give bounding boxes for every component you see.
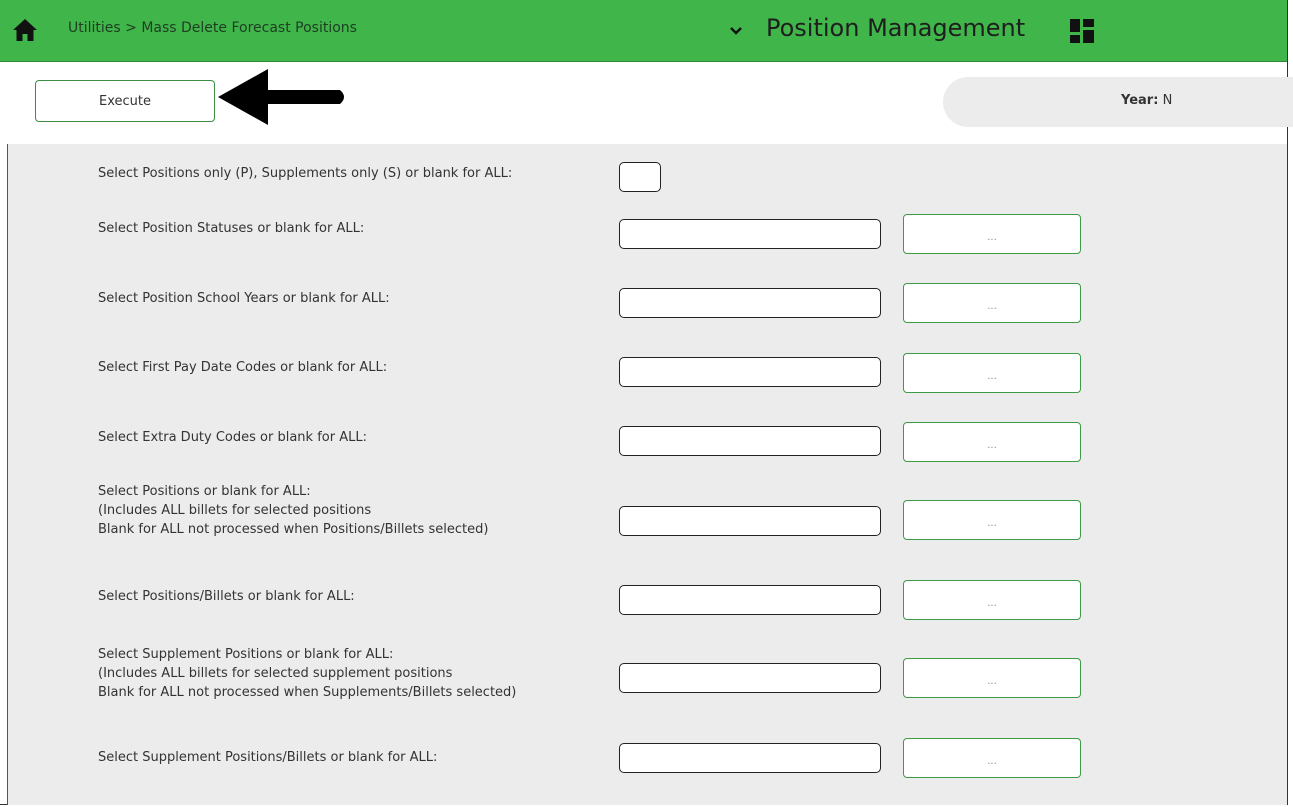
- positions-input[interactable]: [619, 506, 881, 536]
- supplement-positions-input[interactable]: [619, 663, 881, 693]
- action-bar: Execute Year: N: [0, 62, 1293, 144]
- field-label: Select First Pay Date Codes or blank for…: [98, 360, 388, 375]
- supplement-billets-input[interactable]: [619, 743, 881, 773]
- school-years-input[interactable]: [619, 288, 881, 318]
- year-display: Year: N: [943, 77, 1293, 127]
- field-label: Select Positions/Billets or blank for AL…: [98, 589, 355, 604]
- positions-billets-input[interactable]: [619, 585, 881, 615]
- positions-billets-lookup-button[interactable]: ...: [903, 580, 1081, 620]
- extra-duty-codes-input[interactable]: [619, 426, 881, 456]
- school-years-lookup-button[interactable]: ...: [903, 283, 1081, 323]
- breadcrumb: Utilities > Mass Delete Forecast Positio…: [68, 20, 357, 36]
- first-pay-date-input[interactable]: [619, 357, 881, 387]
- supplement-billets-lookup-button[interactable]: ...: [903, 738, 1081, 778]
- chevron-down-icon[interactable]: [728, 25, 744, 37]
- type-select-input[interactable]: [619, 162, 661, 192]
- position-statuses-lookup-button[interactable]: ...: [903, 214, 1081, 254]
- field-label: Select Position Statuses or blank for AL…: [98, 221, 365, 236]
- home-icon[interactable]: [12, 17, 38, 43]
- field-label: Select Supplement Positions/Billets or b…: [98, 750, 438, 765]
- arrow-left-icon: [218, 69, 344, 125]
- year-value: N: [1162, 93, 1173, 108]
- first-pay-date-lookup-button[interactable]: ...: [903, 353, 1081, 393]
- year-label: Year:: [1121, 93, 1159, 108]
- app-title: Position Management: [766, 14, 1026, 42]
- extra-duty-codes-lookup-button[interactable]: ...: [903, 422, 1081, 462]
- field-label: Select Positions or blank for ALL: (Incl…: [98, 484, 489, 537]
- type-select-label: Select Positions only (P), Supplements o…: [98, 166, 513, 181]
- supplement-positions-lookup-button[interactable]: ...: [903, 658, 1081, 698]
- position-statuses-input[interactable]: [619, 219, 881, 249]
- field-label: Select Position School Years or blank fo…: [98, 291, 390, 306]
- execute-button[interactable]: Execute: [35, 80, 215, 122]
- form-panel: Select Positions only (P), Supplements o…: [7, 144, 1287, 805]
- positions-lookup-button[interactable]: ...: [903, 500, 1081, 540]
- grid-icon[interactable]: [1069, 18, 1095, 44]
- field-label: Select Supplement Positions or blank for…: [98, 647, 517, 700]
- field-label: Select Extra Duty Codes or blank for ALL…: [98, 430, 367, 445]
- top-bar: Utilities > Mass Delete Forecast Positio…: [0, 0, 1287, 62]
